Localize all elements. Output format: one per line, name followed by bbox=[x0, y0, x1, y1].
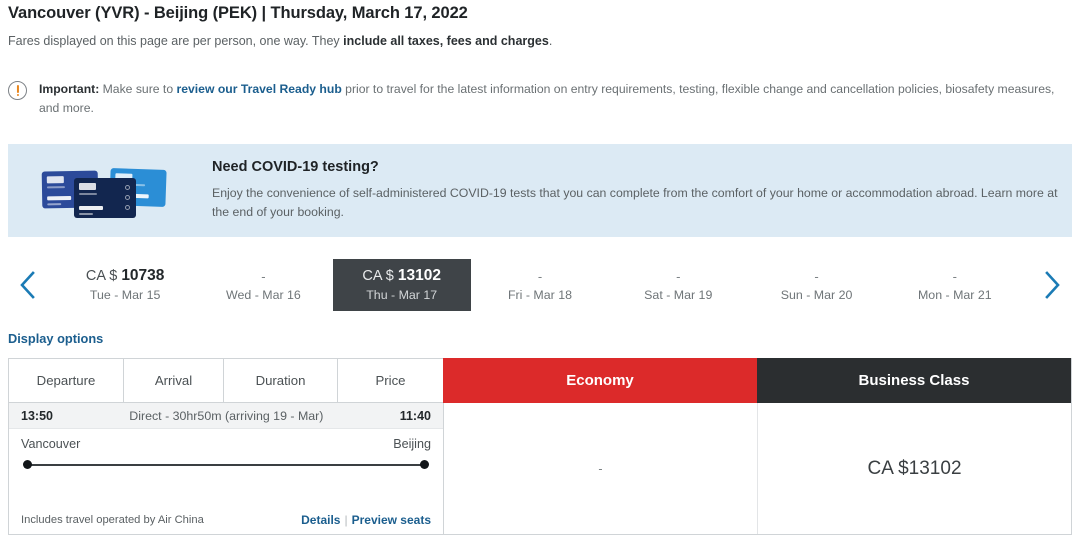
economy-fare-cell[interactable]: - bbox=[444, 403, 758, 534]
date-cell-price: CA $ 10738 bbox=[86, 266, 165, 286]
kit-dot-icon bbox=[125, 194, 130, 200]
date-cell-day: Mon - Mar 21 bbox=[917, 287, 992, 302]
covid-banner-title: Need COVID-19 testing? bbox=[212, 159, 379, 175]
kit-logo-mark bbox=[79, 182, 96, 190]
column-header-arrival[interactable]: Arrival bbox=[123, 358, 223, 403]
important-text-pre: Make sure to bbox=[99, 82, 177, 96]
date-carousel: CA $ 10738 Tue - Mar 15 - Wed - Mar 16 CA $ … bbox=[0, 250, 1080, 320]
kit-text-line bbox=[46, 185, 65, 188]
date-cell-day: Fri - Mar 18 bbox=[507, 287, 572, 302]
flight-times-row: 13:50 Direct - 30hr50m (arriving 19 - Ma… bbox=[9, 403, 443, 429]
destination-city: Beijing bbox=[393, 437, 431, 451]
kit-sub-label bbox=[47, 202, 62, 205]
next-dates-button[interactable] bbox=[1024, 254, 1080, 316]
city-spacer bbox=[80, 437, 393, 451]
table-header-row: Departure Arrival Duration Price Economy… bbox=[8, 358, 1072, 403]
flight-search-results-page: Vancouver (YVR) - Beijing (PEK) | Thursd… bbox=[0, 0, 1080, 538]
date-cell-amount: 10738 bbox=[121, 267, 165, 284]
fares-disclaimer-pre: Fares displayed on this page are per per… bbox=[8, 34, 344, 48]
display-options-link[interactable]: Display options bbox=[8, 331, 103, 346]
date-cell-sat-mar-19[interactable]: - Sat - Mar 19 bbox=[609, 259, 747, 311]
flight-cities-row: Vancouver Beijing bbox=[9, 429, 443, 451]
column-header-price[interactable]: Price bbox=[337, 358, 443, 403]
column-header-business-class[interactable]: Business Class bbox=[757, 358, 1072, 403]
date-cell-thu-mar-17[interactable]: CA $ 13102 Thu - Mar 17 bbox=[332, 259, 471, 311]
date-cell-no-price: - bbox=[537, 268, 543, 284]
covid-testing-banner: Need COVID-19 testing? Enjoy the conveni… bbox=[8, 144, 1072, 237]
date-cell-amount: 13102 bbox=[397, 267, 441, 284]
date-cell-day: Sun - Mar 20 bbox=[780, 287, 853, 302]
timeline-bar bbox=[27, 464, 425, 466]
date-cell-sun-mar-20[interactable]: - Sun - Mar 20 bbox=[747, 259, 885, 311]
date-cell-day: Sat - Mar 19 bbox=[644, 287, 713, 302]
link-separator: | bbox=[344, 513, 348, 527]
covid-banner-description: Enjoy the convenience of self-administer… bbox=[212, 186, 1058, 219]
table-row: 13:50 Direct - 30hr50m (arriving 19 - Ma… bbox=[8, 403, 1072, 535]
arrival-time: 11:40 bbox=[399, 408, 431, 423]
timeline-origin-node bbox=[23, 460, 32, 469]
date-cell-day: Tue - Mar 15 bbox=[89, 288, 161, 302]
timeline-destination-node bbox=[420, 460, 429, 469]
covid-banner-copy: Need COVID-19 testing? Enjoy the conveni… bbox=[212, 159, 1072, 222]
date-cell-no-price: - bbox=[676, 268, 681, 284]
kit-name-label bbox=[79, 205, 103, 210]
date-cell-fri-mar-18[interactable]: - Fri - Mar 18 bbox=[471, 259, 609, 311]
column-header-duration[interactable]: Duration bbox=[223, 358, 337, 403]
alert-circle-icon bbox=[8, 81, 27, 100]
fares-disclaimer-bold: include all taxes, fees and charges bbox=[343, 34, 549, 48]
date-cell-price: CA $ 13102 bbox=[362, 266, 441, 286]
test-kit-card-rtlamp bbox=[74, 177, 136, 218]
important-notice-text: Important: Make sure to review our Trave… bbox=[39, 80, 1073, 118]
date-cell-day: Wed - Mar 16 bbox=[226, 287, 301, 302]
date-cell-list: CA $ 10738 Tue - Mar 15 - Wed - Mar 16 CA $ … bbox=[56, 259, 1024, 311]
date-cell-wed-mar-16[interactable]: - Wed - Mar 16 bbox=[194, 259, 332, 311]
origin-city: Vancouver bbox=[21, 437, 81, 451]
departure-time: 13:50 bbox=[21, 408, 53, 423]
results-table: Departure Arrival Duration Price Economy… bbox=[8, 358, 1072, 535]
operated-by-text: Includes travel operated by Air China bbox=[21, 514, 204, 526]
prev-dates-button[interactable] bbox=[0, 254, 56, 316]
flight-footer-links: Details | Preview seats bbox=[301, 513, 431, 527]
kit-text-line bbox=[79, 192, 97, 195]
kit-dot-icon bbox=[125, 184, 130, 190]
business-fare-cell[interactable]: CA $13102 bbox=[758, 403, 1071, 534]
date-cell-no-price: - bbox=[814, 268, 819, 284]
covid-test-kits-image bbox=[34, 161, 184, 221]
kit-name-label bbox=[47, 195, 72, 200]
date-cell-day: Thu - Mar 17 bbox=[366, 288, 438, 302]
flight-footer: Includes travel operated by Air China De… bbox=[9, 513, 443, 527]
business-fare-value: CA $13102 bbox=[867, 457, 962, 479]
date-cell-currency: CA $ bbox=[85, 268, 122, 284]
economy-fare-value: - bbox=[598, 461, 603, 476]
details-link[interactable]: Details bbox=[301, 513, 340, 527]
date-cell-no-price: - bbox=[261, 268, 266, 284]
column-header-economy[interactable]: Economy bbox=[443, 358, 757, 403]
fares-disclaimer-post: . bbox=[548, 34, 553, 48]
page-title: Vancouver (YVR) - Beijing (PEK) | Thursd… bbox=[8, 4, 468, 22]
important-notice: Important: Make sure to review our Trave… bbox=[8, 80, 1073, 118]
date-cell-mon-mar-21[interactable]: - Mon - Mar 21 bbox=[886, 259, 1024, 311]
date-cell-no-price: - bbox=[952, 268, 957, 284]
kit-logo-mark bbox=[46, 175, 64, 183]
kit-sub-label bbox=[79, 212, 93, 215]
preview-seats-link[interactable]: Preview seats bbox=[352, 513, 431, 527]
column-header-departure[interactable]: Departure bbox=[8, 358, 123, 403]
important-label: Important: bbox=[39, 82, 100, 96]
flight-timeline bbox=[23, 460, 429, 470]
kit-dot-icon bbox=[125, 204, 130, 210]
date-cell-currency: CA $ bbox=[362, 268, 398, 284]
travel-ready-hub-link[interactable]: review our Travel Ready hub bbox=[177, 82, 342, 96]
fares-disclaimer: Fares displayed on this page are per per… bbox=[8, 34, 552, 48]
flight-details-cell: 13:50 Direct - 30hr50m (arriving 19 - Ma… bbox=[9, 403, 444, 534]
flight-summary: Direct - 30hr50m (arriving 19 - Mar) bbox=[129, 408, 324, 423]
date-cell-tue-mar-15[interactable]: CA $ 10738 Tue - Mar 15 bbox=[56, 259, 194, 311]
